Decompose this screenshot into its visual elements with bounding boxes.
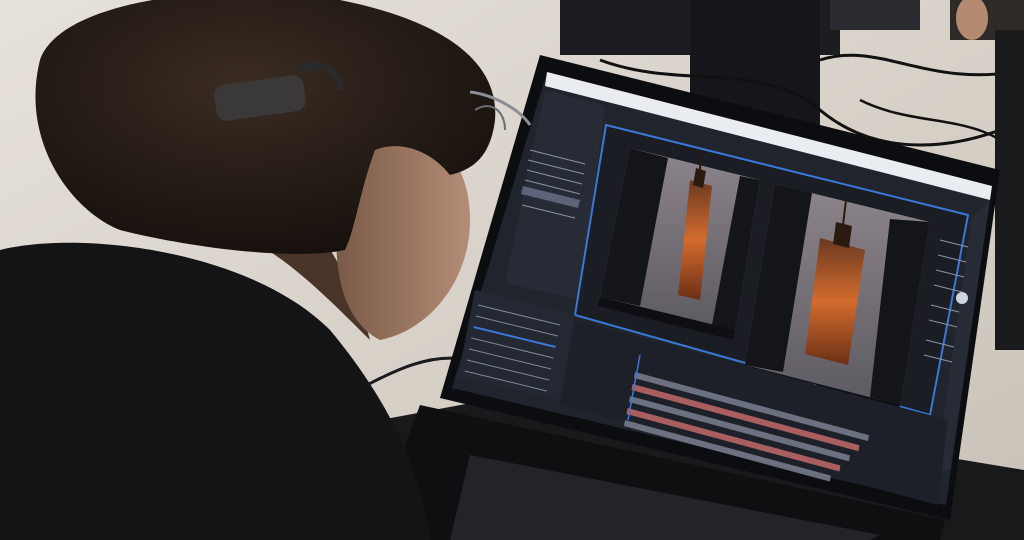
photo-scene: 00:19:55 xyxy=(0,0,1024,540)
scene-svg: 00:19:55 xyxy=(0,0,1024,540)
color-picker-icon[interactable] xyxy=(956,292,968,304)
